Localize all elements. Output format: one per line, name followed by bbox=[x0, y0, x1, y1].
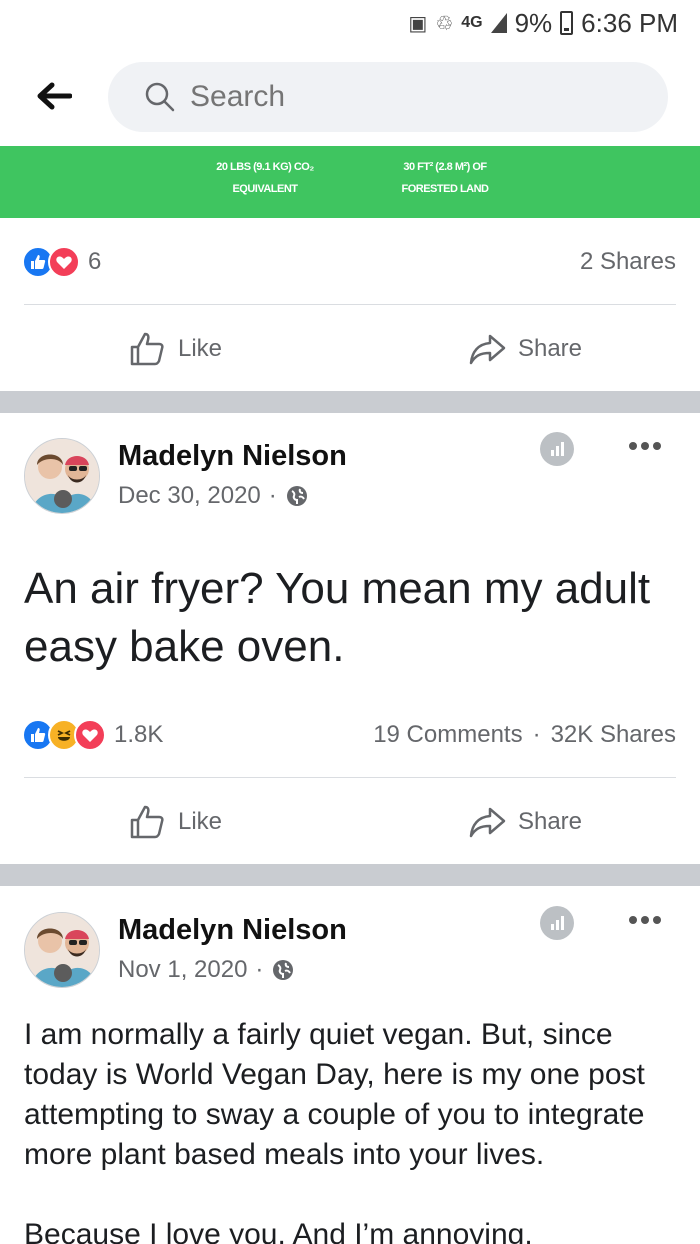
meta-separator: · bbox=[268, 482, 277, 509]
meta-separator: · bbox=[255, 956, 264, 983]
reaction-count: 6 bbox=[88, 248, 102, 275]
love-reaction-icon bbox=[74, 719, 106, 751]
post-meta: Dec 30, 2020 · bbox=[118, 482, 309, 510]
insights-badge[interactable] bbox=[540, 432, 574, 466]
battery-percent: 9% bbox=[514, 7, 553, 38]
insights-badge[interactable] bbox=[540, 906, 574, 940]
avatar-image bbox=[25, 913, 99, 987]
feed-separator bbox=[0, 391, 700, 413]
post-paragraph: Because I love you. And I’m annoying. bbox=[24, 1218, 533, 1244]
divider bbox=[24, 304, 676, 305]
post-actions: Like Share bbox=[0, 314, 700, 384]
recycle-icon: ♲ bbox=[435, 12, 454, 35]
like-button[interactable]: Like bbox=[0, 787, 350, 857]
author-name[interactable]: Madelyn Nielson bbox=[118, 914, 347, 947]
reactions-summary: 1.8K 19 Comments · 32K Shares bbox=[22, 715, 676, 755]
reactions-button[interactable]: 6 bbox=[22, 246, 101, 278]
back-button[interactable] bbox=[24, 66, 84, 126]
post-meta: Nov 1, 2020 · bbox=[118, 956, 295, 984]
post-paragraph: I am normally a fairly quiet vegan. But,… bbox=[24, 1018, 645, 1171]
avatar[interactable] bbox=[24, 438, 100, 514]
like-label: Like bbox=[177, 808, 223, 835]
share-arrow-icon bbox=[469, 334, 506, 365]
shares-count[interactable]: 32K Shares bbox=[551, 721, 676, 749]
engagement-stats: 19 Comments · 32K Shares bbox=[373, 721, 676, 749]
shares-count[interactable]: 2 Shares bbox=[580, 248, 676, 276]
clock: 6:36 PM bbox=[581, 7, 678, 38]
forest-stat: 30 FT² (2.8 M²) OF FORESTED LAND bbox=[385, 156, 505, 200]
author-name[interactable]: Madelyn Nielson bbox=[118, 440, 347, 473]
share-button[interactable]: Share bbox=[350, 787, 700, 857]
share-label: Share bbox=[517, 335, 583, 362]
like-label: Like bbox=[177, 335, 223, 362]
avatar[interactable] bbox=[24, 912, 100, 988]
more-options-button[interactable] bbox=[620, 426, 670, 466]
feed-separator bbox=[0, 864, 700, 886]
avatar-image bbox=[25, 439, 99, 513]
reactions-summary: 6 2 Shares bbox=[22, 242, 676, 282]
share-arrow-icon bbox=[469, 807, 506, 838]
globe-icon bbox=[286, 486, 307, 506]
post-text: I am normally a fairly quiet vegan. But,… bbox=[24, 1015, 684, 1244]
post-header: Madelyn Nielson Dec 30, 2020 · bbox=[0, 430, 700, 520]
share-button[interactable]: Share bbox=[350, 314, 700, 384]
divider bbox=[24, 777, 676, 778]
forest-stat-line2: FORESTED LAND bbox=[401, 183, 490, 195]
status-bar: ▣ ♲ 4G 9% 6:36 PM bbox=[0, 0, 700, 46]
bar-stats-icon bbox=[551, 442, 564, 456]
notification-icon: ▣ bbox=[408, 12, 428, 35]
post-text: An air fryer? You mean my adult easy bak… bbox=[24, 564, 651, 671]
more-options-icon bbox=[629, 442, 661, 450]
share-label: Share bbox=[517, 808, 583, 835]
search-bar[interactable] bbox=[108, 62, 668, 132]
post-date[interactable]: Dec 30, 2020 bbox=[118, 482, 261, 510]
comments-count[interactable]: 19 Comments bbox=[373, 721, 522, 749]
impact-banner: 20 LBS (9.1 KG) CO₂ EQUIVALENT 30 FT² (2… bbox=[0, 146, 700, 218]
search-icon bbox=[145, 82, 175, 112]
globe-icon bbox=[273, 960, 294, 980]
post-date[interactable]: Nov 1, 2020 bbox=[118, 956, 247, 984]
like-button[interactable]: Like bbox=[0, 314, 350, 384]
reaction-count: 1.8K bbox=[114, 721, 164, 748]
post-header: Madelyn Nielson Nov 1, 2020 · bbox=[0, 904, 700, 994]
bar-stats-icon bbox=[551, 916, 564, 930]
post-actions: Like Share bbox=[0, 787, 700, 857]
co2-stat: 20 LBS (9.1 KG) CO₂ EQUIVALENT bbox=[200, 156, 330, 200]
back-arrow-icon bbox=[37, 82, 72, 110]
love-reaction-icon bbox=[48, 246, 80, 278]
more-options-icon bbox=[629, 916, 661, 924]
search-input[interactable] bbox=[190, 80, 630, 114]
co2-stat-line1: 20 LBS (9.1 KG) CO₂ bbox=[216, 161, 314, 173]
stats-separator: · bbox=[532, 721, 541, 748]
co2-stat-line2: EQUIVALENT bbox=[232, 183, 298, 195]
battery-icon bbox=[560, 11, 574, 35]
network-type: 4G bbox=[461, 14, 483, 31]
forest-stat-line1: 30 FT² (2.8 M²) OF bbox=[403, 161, 487, 173]
thumbs-up-icon bbox=[130, 805, 164, 839]
thumbs-up-icon bbox=[130, 332, 164, 366]
more-options-button[interactable] bbox=[620, 900, 670, 940]
signal-icon bbox=[490, 13, 507, 33]
search-header bbox=[0, 46, 700, 146]
reactions-button[interactable]: 1.8K bbox=[22, 719, 163, 751]
